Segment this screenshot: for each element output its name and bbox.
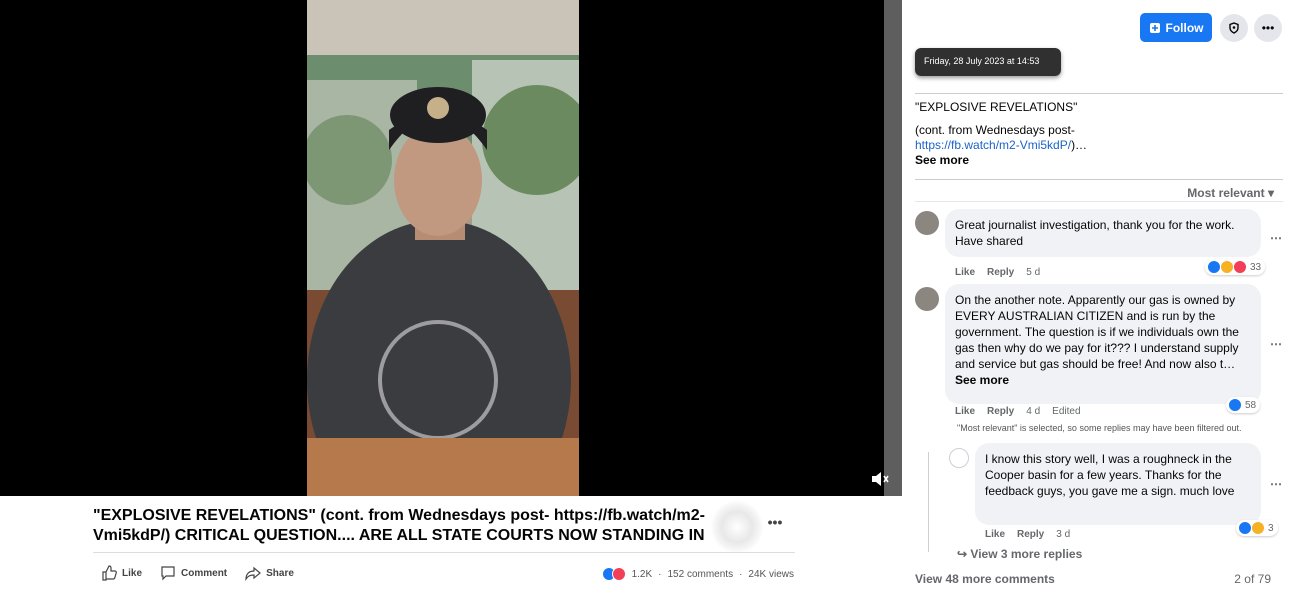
comment-reactions[interactable]: 3 (1236, 520, 1278, 536)
video-side-strip (884, 0, 902, 496)
comment-bubble: Great journalist investigation, thank yo… (945, 209, 1261, 257)
reply-text: I know this story well, I was a roughnec… (985, 452, 1235, 498)
post-actions: Like Comment Share (101, 565, 294, 581)
post-body: (cont. from Wednesdays post- https://fb.… (915, 123, 1255, 168)
panel-more-button[interactable]: ••• (1254, 14, 1282, 42)
thumbs-up-icon (102, 565, 117, 581)
reaction-count: 33 (1250, 261, 1262, 273)
comment-reactions[interactable]: 58 (1226, 397, 1261, 413)
like-label: Like (122, 567, 143, 579)
volume-icon[interactable] (870, 470, 890, 488)
comment-meta: Like Reply 4 d Edited (955, 406, 1081, 417)
shield-button[interactable] (1220, 14, 1248, 42)
reaction-icons[interactable] (601, 567, 626, 581)
comment-reactions[interactable]: 33 (1205, 259, 1266, 275)
avatar[interactable] (915, 287, 939, 311)
caret-down-icon: ▾ (1267, 186, 1274, 200)
comment-time[interactable]: 4 d (1026, 406, 1040, 417)
timestamp-tooltip: Friday, 28 July 2023 at 14:53 (915, 48, 1061, 76)
comment-time[interactable]: 5 d (1026, 267, 1040, 278)
divider (915, 179, 1283, 180)
tab-divider (915, 93, 1283, 94)
divider (93, 552, 795, 553)
comment-edited-label: Edited (1052, 406, 1081, 417)
share-label: Share (266, 567, 294, 579)
follow-label: Follow (1165, 20, 1204, 35)
filter-note: "Most relevant" is selected, so some rep… (957, 423, 1242, 433)
view-more-replies-button[interactable]: ↪ View 3 more replies (957, 547, 1082, 561)
haha-reaction-icon (1251, 521, 1265, 535)
like-reaction-icon (1228, 398, 1242, 412)
comment-icon (161, 566, 175, 581)
reaction-count: 58 (1245, 399, 1257, 411)
comment-meta: Like Reply 5 d (955, 267, 1040, 278)
comment-reply-button[interactable]: Reply (987, 267, 1014, 278)
like-reaction-icon (1207, 260, 1221, 274)
dot-separator: · (658, 568, 662, 580)
comment-like-button[interactable]: Like (955, 267, 975, 278)
comment-more-icon[interactable]: ⋯ (1270, 477, 1282, 491)
comment-button[interactable]: Comment (160, 565, 227, 581)
comment-time[interactable]: 3 d (1056, 529, 1070, 540)
view-more-replies-label: View 3 more replies (970, 547, 1083, 561)
sort-dropdown[interactable]: Most relevant ▾ (1187, 186, 1274, 200)
comment-more-icon[interactable]: ⋯ (1270, 337, 1282, 351)
sort-label: Most relevant (1187, 186, 1265, 200)
reaction-count: 3 (1268, 522, 1274, 534)
share-icon (245, 566, 262, 581)
comment-reply-button[interactable]: Reply (987, 406, 1014, 417)
post-see-more-link[interactable]: See more (915, 153, 1255, 168)
haha-reaction-icon (1220, 260, 1234, 274)
post-stats: 1.2K · 152 comments · 24K views (601, 567, 794, 581)
love-reaction-icon (1233, 260, 1247, 274)
follow-button[interactable]: Follow (1140, 13, 1212, 42)
share-button[interactable]: Share (245, 565, 294, 581)
like-reaction-icon (1238, 521, 1252, 535)
comment-pager: 2 of 79 (1234, 572, 1271, 586)
view-more-comments-link[interactable]: View 48 more comments (915, 572, 1055, 586)
comments-panel: Follow ••• Friday, 28 July 2023 at 14:53… (902, 0, 1289, 589)
shield-icon (1229, 22, 1239, 34)
comment-more-icon[interactable]: ⋯ (1270, 231, 1282, 245)
divider (915, 201, 1283, 202)
comment-label: Comment (181, 567, 228, 579)
love-reaction-icon (611, 567, 626, 581)
comment-bubble: On the another note. Apparently our gas … (945, 284, 1261, 404)
comment-meta: Like Reply 3 d (985, 529, 1070, 540)
reply-thread-line (928, 452, 929, 552)
comment-text: On the another note. Apparently our gas … (955, 293, 1239, 371)
post-body-prefix: (cont. from Wednesdays post- (915, 123, 1075, 137)
reply-bubble: I know this story well, I was a roughnec… (975, 443, 1261, 525)
comment-like-button[interactable]: Like (955, 406, 975, 417)
post-link[interactable]: https://fb.watch/m2-Vmi5kdP/ (915, 138, 1071, 152)
video-frame (307, 0, 579, 496)
comment-like-button[interactable]: Like (985, 529, 1005, 540)
comment-see-more-link[interactable]: See more (955, 372, 1251, 388)
video-still (307, 0, 579, 496)
post-title: "EXPLOSIVE REVELATIONS" (915, 100, 1078, 114)
loading-spinner-icon (710, 500, 764, 554)
like-button[interactable]: Like (101, 565, 142, 581)
video-caption: "EXPLOSIVE REVELATIONS" (cont. from Wedn… (93, 507, 705, 548)
view-count: 24K views (748, 568, 794, 580)
reply-arrow-icon: ↪ (957, 547, 968, 561)
more-options-button[interactable]: ••• (760, 514, 790, 538)
follow-icon (1149, 22, 1160, 33)
comment-count[interactable]: 152 comments (667, 569, 733, 580)
avatar[interactable] (915, 211, 939, 235)
reaction-count[interactable]: 1.2K (632, 569, 653, 580)
dot-separator: · (739, 568, 743, 580)
post-link-suffix: )… (1071, 138, 1088, 152)
avatar[interactable] (949, 448, 969, 468)
comment-reply-button[interactable]: Reply (1017, 529, 1044, 540)
video-player[interactable] (0, 0, 902, 496)
comment-text: Great journalist investigation, thank yo… (955, 218, 1235, 248)
